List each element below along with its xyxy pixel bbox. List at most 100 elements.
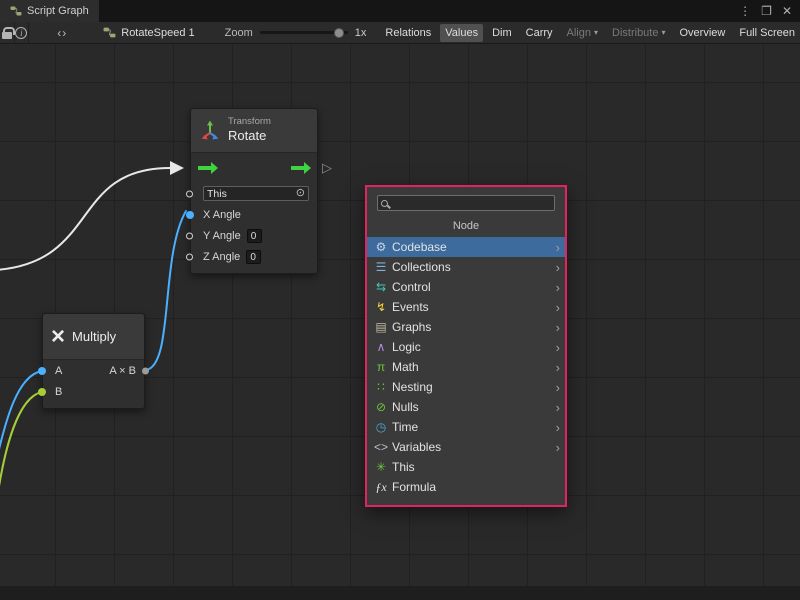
nesting-icon: ∷ <box>373 380 389 394</box>
maximize-icon[interactable]: ❐ <box>761 4 772 18</box>
node-multiply[interactable]: × Multiply A A × B B <box>42 313 145 409</box>
finder-item-logic[interactable]: ∧Logic› <box>367 337 565 357</box>
finder-item-events[interactable]: ↯Events› <box>367 297 565 317</box>
wire-input-b[interactable] <box>0 392 42 506</box>
toolbar-button-align[interactable]: Align▾ <box>562 24 603 42</box>
port-row-z-angle: Z Angle 0 <box>191 246 317 267</box>
list-icon: ☰ <box>373 260 389 274</box>
finder-item-label: Nesting <box>392 380 433 394</box>
search-icon <box>381 200 388 207</box>
finder-item-control[interactable]: ⇆Control› <box>367 277 565 297</box>
chevron-right-icon: › <box>556 381 560 394</box>
graph-canvas[interactable]: Transform Rotate This ⊙ X Angle <box>0 44 800 600</box>
chevron-right-icon: › <box>556 341 560 354</box>
graph-breadcrumb[interactable]: RotateSpeed 1 <box>103 26 194 39</box>
canvas-bottom-edge <box>0 586 800 600</box>
target-object-field[interactable]: This ⊙ <box>203 186 309 201</box>
toolbar-button-values[interactable]: Values <box>440 24 483 42</box>
finder-item-nulls[interactable]: ⊘Nulls› <box>367 397 565 417</box>
zoom-slider-knob[interactable] <box>334 28 344 38</box>
finder-search-box[interactable] <box>377 195 555 211</box>
flow-continuation-icon: ▷ <box>322 160 332 176</box>
toolbar-toggle-group: Relations Values DimCarryAlign▾Distribute▾… <box>380 24 800 42</box>
wire-multiply-to-xangle[interactable] <box>146 211 186 370</box>
flow-input-port[interactable] <box>198 166 211 170</box>
port-row-x-angle: X Angle <box>191 204 317 225</box>
rotate-node-header[interactable]: Transform Rotate <box>191 109 317 153</box>
transform-icon <box>199 120 221 142</box>
input-a-port[interactable] <box>38 367 46 375</box>
target-row: This ⊙ <box>191 183 317 204</box>
zoom-label: Zoom <box>225 27 253 39</box>
node-transform-rotate[interactable]: Transform Rotate This ⊙ X Angle <box>190 108 318 274</box>
target-value: This <box>207 188 227 200</box>
finder-item-formula[interactable]: ƒxFormula <box>367 477 565 497</box>
script-graph-window: Script Graph ⋮ ❐ ✕ i ‹› RotateSpeed 1 Zo… <box>0 0 800 600</box>
zoom-slider[interactable] <box>260 31 348 34</box>
finder-item-math[interactable]: πMath› <box>367 357 565 377</box>
wire-input-a[interactable] <box>0 371 42 462</box>
finder-item-nesting[interactable]: ∷Nesting › <box>367 377 565 397</box>
toolbar-button-full-screen[interactable]: Full Screen <box>734 24 800 42</box>
finder-item-graphs[interactable]: ▤Graphs› <box>367 317 565 337</box>
product-output-port[interactable] <box>142 367 149 374</box>
menu-dots-icon[interactable]: ⋮ <box>739 4 751 18</box>
y-angle-port[interactable] <box>186 232 193 239</box>
chevron-right-icon: › <box>556 281 560 294</box>
finder-item-label: Codebase <box>392 240 447 254</box>
finder-item-codebase[interactable]: ⚙Codebase› <box>367 237 565 257</box>
multiply-node-header[interactable]: × Multiply <box>43 314 144 360</box>
z-angle-port[interactable] <box>186 253 193 260</box>
port-row-y-angle: Y Angle 0 <box>191 225 317 246</box>
toolbar-button-relations[interactable]: Relations <box>380 24 436 42</box>
z-angle-value-field[interactable]: 0 <box>246 250 261 264</box>
info-icon: i <box>15 27 27 39</box>
graph-asset-icon <box>103 26 116 39</box>
window-controls: ⋮ ❐ ✕ <box>739 0 800 22</box>
finder-item-collections[interactable]: ☰Collections› <box>367 257 565 277</box>
finder-item-time[interactable]: ◷Time› <box>367 417 565 437</box>
input-b-port[interactable] <box>38 388 46 396</box>
object-picker-icon[interactable]: ⊙ <box>296 188 305 199</box>
finder-item-label: Logic <box>392 340 421 354</box>
toolbar-button-overview[interactable]: Overview <box>675 24 731 42</box>
y-angle-value-field[interactable]: 0 <box>247 229 262 243</box>
toolbar-button-label: Values <box>445 24 478 42</box>
tab-label: Script Graph <box>27 5 89 17</box>
control-flow-row <box>191 153 317 183</box>
close-icon[interactable]: ✕ <box>782 4 792 18</box>
finder-search-input[interactable] <box>391 197 551 209</box>
finder-item-label: Time <box>392 420 418 434</box>
chevron-right-icon: › <box>556 241 560 254</box>
tab-bar: Script Graph ⋮ ❐ ✕ <box>0 0 800 22</box>
finder-item-variables[interactable]: <>Variables› <box>367 437 565 457</box>
toolbar-button-label: Relations <box>385 24 431 42</box>
graph-toolbar: i ‹› RotateSpeed 1 Zoom 1x RelationsValu… <box>0 22 800 44</box>
wire-control-flow[interactable] <box>0 168 170 270</box>
output-label: A × B <box>109 365 136 377</box>
toolbar-button-label: Full Screen <box>739 24 795 42</box>
variables-icon: <> <box>373 440 389 454</box>
flow-output-port[interactable] <box>291 166 304 170</box>
lock-button[interactable] <box>0 22 15 44</box>
dropdown-arrow-icon: ▾ <box>661 24 665 42</box>
tab-script-graph[interactable]: Script Graph <box>0 0 99 22</box>
code-view-toggle[interactable]: ‹› <box>57 26 67 40</box>
control-icon: ⇆ <box>373 280 389 294</box>
pi-icon: π <box>373 360 389 374</box>
finder-item-label: Collections <box>392 260 451 274</box>
finder-item-label: Math <box>392 360 419 374</box>
toolbar-button-label: Overview <box>680 24 726 42</box>
toolbar-button-dim[interactable]: Dim <box>487 24 517 42</box>
info-button[interactable]: i <box>15 22 30 44</box>
finder-item-this[interactable]: ✳This <box>367 457 565 477</box>
finder-header: Node <box>367 220 565 232</box>
toolbar-button-distribute[interactable]: Distribute▾ <box>607 24 670 42</box>
chevron-right-icon: › <box>556 301 560 314</box>
port-row-b: B <box>43 381 144 402</box>
folder-icon: ▤ <box>373 320 389 334</box>
x-angle-port[interactable] <box>186 211 194 219</box>
target-port[interactable] <box>186 190 193 197</box>
chevron-right-icon: › <box>556 321 560 334</box>
toolbar-button-carry[interactable]: Carry <box>521 24 558 42</box>
